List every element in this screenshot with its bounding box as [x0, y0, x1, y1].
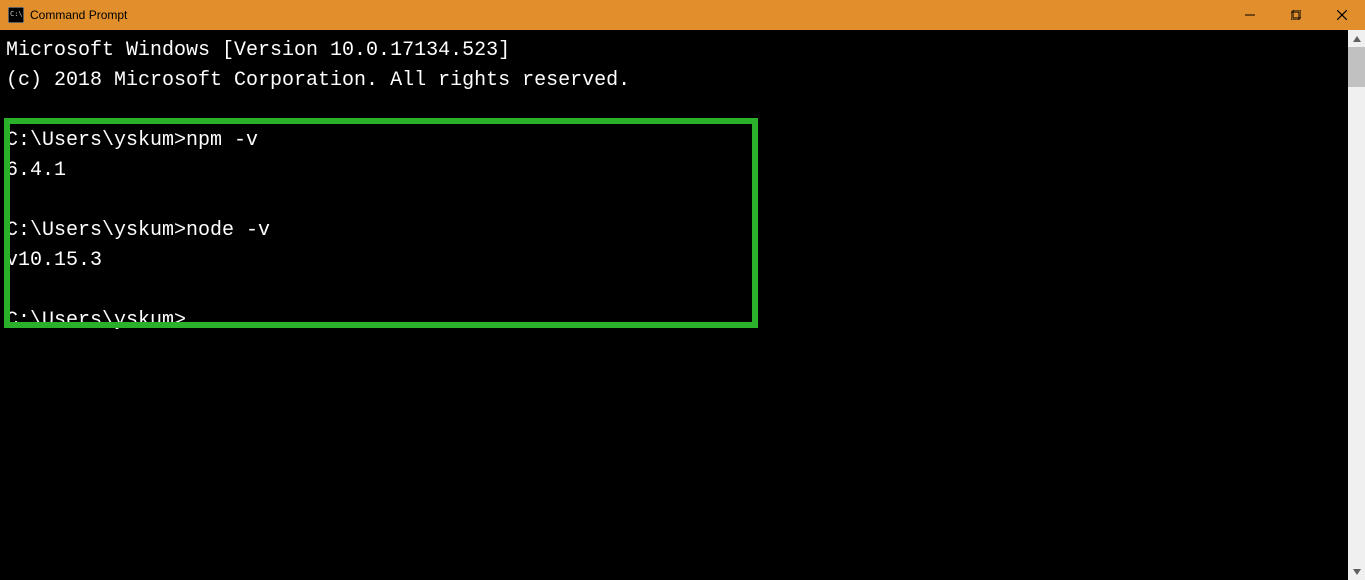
- scrollbar-track[interactable]: [1348, 87, 1365, 563]
- svg-text:C:\: C:\: [10, 10, 23, 18]
- scroll-down-button[interactable]: [1348, 563, 1365, 580]
- command-prompt-icon: C:\: [8, 7, 24, 23]
- terminal-line: Microsoft Windows [Version 10.0.17134.52…: [6, 39, 510, 62]
- terminal-output[interactable]: Microsoft Windows [Version 10.0.17134.52…: [0, 30, 1348, 580]
- cursor: [186, 312, 196, 332]
- scroll-up-button[interactable]: [1348, 30, 1365, 47]
- window-title: Command Prompt: [30, 8, 127, 22]
- window-controls: [1227, 0, 1365, 30]
- close-button[interactable]: [1319, 0, 1365, 30]
- terminal-line: C:\Users\yskum>node -v: [6, 219, 270, 242]
- client-area: Microsoft Windows [Version 10.0.17134.52…: [0, 30, 1365, 580]
- terminal-line: 6.4.1: [6, 159, 66, 182]
- titlebar[interactable]: C:\ Command Prompt: [0, 0, 1365, 30]
- scrollbar-thumb[interactable]: [1348, 47, 1365, 87]
- maximize-button[interactable]: [1273, 0, 1319, 30]
- terminal-line: C:\Users\yskum>npm -v: [6, 129, 258, 152]
- terminal-line: C:\Users\yskum>: [6, 309, 186, 332]
- terminal-line: v10.15.3: [6, 249, 102, 272]
- minimize-button[interactable]: [1227, 0, 1273, 30]
- command-prompt-window: C:\ Command Prompt Microsoft Win: [0, 0, 1365, 580]
- vertical-scrollbar[interactable]: [1348, 30, 1365, 580]
- terminal-line: (c) 2018 Microsoft Corporation. All righ…: [6, 69, 630, 92]
